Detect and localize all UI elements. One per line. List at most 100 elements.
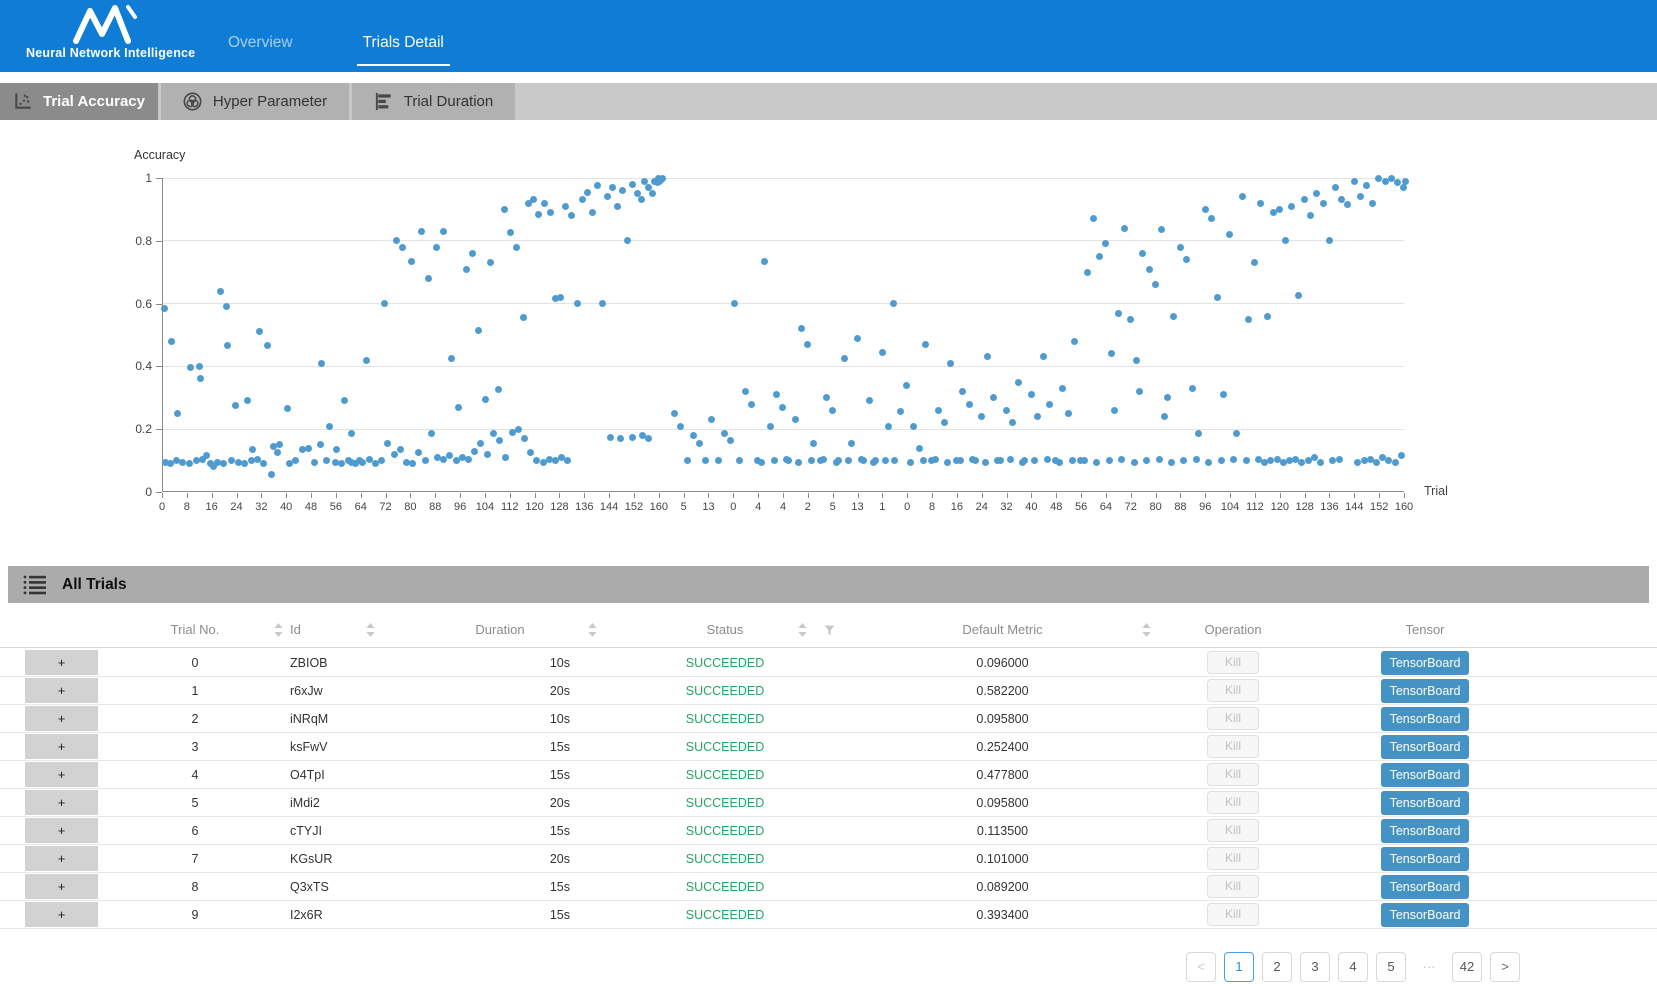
x-axis-tick-mark: [187, 493, 188, 498]
scatter-point: [599, 300, 606, 307]
expand-row-button[interactable]: +: [25, 734, 98, 759]
scatter-point: [223, 303, 230, 310]
scatter-point: [433, 244, 440, 251]
scatter-point: [1398, 452, 1405, 459]
sort-icon[interactable]: [588, 623, 597, 637]
y-axis-tick-label: 0.4: [106, 359, 152, 373]
expand-row-button[interactable]: +: [25, 678, 98, 703]
status-badge: SUCCEEDED: [650, 705, 800, 733]
kill-button[interactable]: Kill: [1207, 847, 1259, 870]
table-row: +9I2x6R15sSUCCEEDED0.393400KillTensorBoa…: [0, 901, 1657, 929]
pagination-page-4[interactable]: 4: [1338, 952, 1368, 982]
tensorboard-button[interactable]: TensorBoard: [1381, 791, 1469, 815]
expand-row-button[interactable]: +: [25, 706, 98, 731]
kill-button[interactable]: Kill: [1207, 875, 1259, 898]
tensorboard-button[interactable]: TensorBoard: [1381, 847, 1469, 871]
scatter-point: [966, 401, 973, 408]
kill-button[interactable]: Kill: [1207, 735, 1259, 758]
tensorboard-button[interactable]: TensorBoard: [1381, 763, 1469, 787]
tab-trial-duration[interactable]: Trial Duration: [352, 83, 515, 120]
gridline: [163, 240, 1404, 241]
x-axis-tick-mark: [1379, 493, 1380, 498]
scatter-point: [495, 386, 502, 393]
x-axis-tick-label: 64: [355, 501, 367, 513]
kill-button[interactable]: Kill: [1207, 763, 1259, 786]
scatter-point: [848, 440, 855, 447]
x-axis-tick-label: 160: [650, 501, 668, 513]
scatter-point: [482, 396, 489, 403]
tensorboard-button[interactable]: TensorBoard: [1381, 651, 1469, 675]
scatter-point: [885, 423, 892, 430]
scatter-point: [1208, 215, 1215, 222]
expand-row-button[interactable]: +: [25, 846, 98, 871]
tensorboard-button[interactable]: TensorBoard: [1381, 735, 1469, 759]
tensorboard-button[interactable]: TensorBoard: [1381, 903, 1469, 927]
kill-button[interactable]: Kill: [1207, 819, 1259, 842]
y-axis-tick-mark: [156, 429, 162, 430]
cell-trial-no: 4: [105, 761, 285, 789]
scatter-point: [638, 196, 645, 203]
table-row: +5iMdi220sSUCCEEDED0.095800KillTensorBoa…: [0, 789, 1657, 817]
x-axis-tick-label: 24: [976, 501, 988, 513]
scatter-point: [589, 209, 596, 216]
scatter-point: [1118, 456, 1125, 463]
scatter-point: [1121, 225, 1128, 232]
table-row: +7KGsUR20sSUCCEEDED0.101000KillTensorBoa…: [0, 845, 1657, 873]
expand-row-button[interactable]: +: [25, 902, 98, 927]
all-trials-title: All Trials: [62, 576, 127, 594]
sort-icon[interactable]: [274, 623, 283, 637]
kill-button[interactable]: Kill: [1207, 707, 1259, 730]
filter-icon[interactable]: [824, 625, 835, 636]
sort-icon[interactable]: [798, 623, 807, 637]
tensorboard-button[interactable]: TensorBoard: [1381, 875, 1469, 899]
expand-row-button[interactable]: +: [25, 650, 98, 675]
pagination-page-5[interactable]: 5: [1376, 952, 1406, 982]
sort-icon[interactable]: [1142, 623, 1151, 637]
pagination-prev-button[interactable]: <: [1186, 952, 1216, 982]
scatter-point: [1131, 459, 1138, 466]
x-axis-tick-mark: [1354, 493, 1355, 498]
kill-button[interactable]: Kill: [1207, 679, 1259, 702]
kill-button[interactable]: Kill: [1207, 651, 1259, 674]
nav-tab-trials-detail[interactable]: Trials Detail: [357, 34, 450, 66]
pagination-next-button[interactable]: >: [1490, 952, 1520, 982]
pagination-page-1[interactable]: 1: [1224, 952, 1254, 982]
scatter-point: [217, 288, 224, 295]
tensorboard-button[interactable]: TensorBoard: [1381, 819, 1469, 843]
scatter-point: [341, 397, 348, 404]
scatter-point: [187, 364, 194, 371]
tensorboard-button[interactable]: TensorBoard: [1381, 707, 1469, 731]
column-header-status[interactable]: Status: [650, 612, 800, 648]
scatter-point: [629, 181, 636, 188]
column-header-duration[interactable]: Duration: [420, 612, 580, 648]
tab-trial-accuracy[interactable]: Trial Accuracy: [0, 83, 158, 120]
gridline: [163, 303, 1404, 304]
expand-row-button[interactable]: +: [25, 818, 98, 843]
scatter-point: [721, 430, 728, 437]
cell-default-metric: 0.095800: [915, 705, 1090, 733]
scatter-point: [935, 407, 942, 414]
sort-icon[interactable]: [366, 623, 375, 637]
kill-button[interactable]: Kill: [1207, 791, 1259, 814]
tab-hyper-parameter[interactable]: Hyper Parameter: [161, 83, 349, 120]
kill-button[interactable]: Kill: [1207, 903, 1259, 926]
scatter-point: [1106, 457, 1113, 464]
expand-row-button[interactable]: +: [25, 874, 98, 899]
column-header-trial-no[interactable]: Trial No.: [105, 612, 285, 648]
scatter-point: [292, 457, 299, 464]
brand-text: Neural Network Intelligence: [26, 46, 186, 60]
nav-tab-overview[interactable]: Overview: [222, 34, 299, 72]
scatter-point: [841, 355, 848, 362]
pagination-page-3[interactable]: 3: [1300, 952, 1330, 982]
tensorboard-button[interactable]: TensorBoard: [1381, 679, 1469, 703]
expand-row-button[interactable]: +: [25, 790, 98, 815]
expand-row-button[interactable]: +: [25, 762, 98, 787]
x-axis-tick-label: 0: [730, 501, 736, 513]
cell-duration: 20s: [420, 677, 570, 705]
scatter-point: [1344, 201, 1351, 208]
pagination-page-42[interactable]: 42: [1452, 952, 1482, 982]
column-header-default-metric[interactable]: Default Metric: [915, 612, 1090, 648]
pagination-page-2[interactable]: 2: [1262, 952, 1292, 982]
scatter-point: [1243, 457, 1250, 464]
x-axis-tick-label: 144: [1345, 501, 1363, 513]
